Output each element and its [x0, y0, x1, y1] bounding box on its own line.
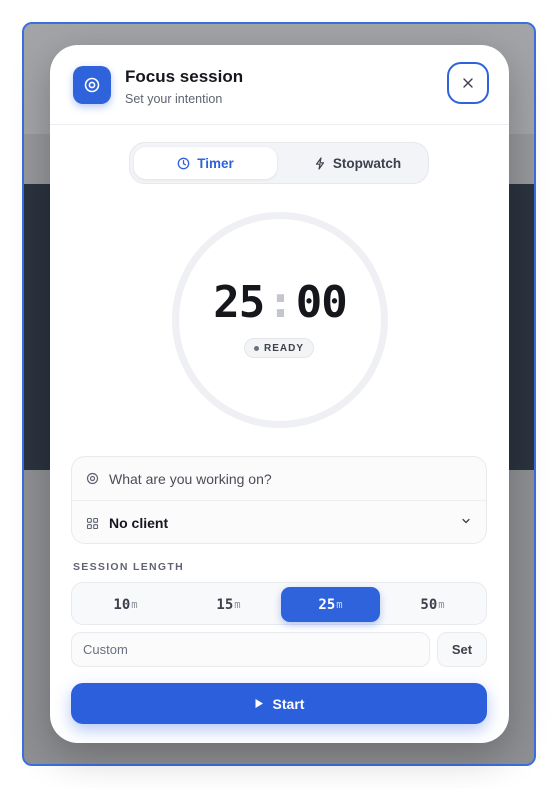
length-option-15[interactable]: 15 m — [179, 587, 278, 622]
modal-header: Focus session Set your intention — [50, 45, 509, 125]
client-select[interactable]: No client — [72, 501, 486, 545]
timer-separator: : — [267, 277, 293, 328]
chevron-down-icon — [462, 518, 470, 524]
length-unit: m — [131, 598, 138, 611]
session-length-label: SESSION LENGTH — [73, 561, 184, 573]
length-unit: m — [438, 598, 445, 611]
length-value: 15 — [216, 596, 234, 613]
timer-seconds: 00 — [295, 277, 348, 328]
session-length-selector: 10 m 15 m 25 m 50 m — [71, 582, 487, 625]
modal-title: Focus session — [125, 67, 244, 86]
clock-icon — [177, 157, 190, 169]
status-badge: READY — [244, 338, 314, 358]
task-row — [72, 457, 486, 501]
target-icon — [73, 66, 111, 104]
custom-length-input[interactable] — [71, 632, 430, 667]
task-input[interactable] — [109, 470, 449, 487]
session-details-card: No client — [71, 456, 487, 544]
tab-stopwatch-label: Stopwatch — [332, 155, 402, 171]
length-option-25[interactable]: 25 m — [281, 587, 380, 622]
length-value: 25 — [318, 596, 336, 613]
timer-minutes: 25 — [213, 277, 265, 328]
target-icon — [84, 471, 100, 487]
start-button[interactable]: Start — [71, 683, 487, 724]
mode-toggle: Timer Stopwatch — [129, 142, 429, 184]
status-dot — [253, 345, 259, 351]
set-custom-button[interactable]: Set — [437, 632, 487, 667]
modal-subtitle: Set your intention — [125, 92, 223, 106]
grid-icon — [84, 515, 100, 531]
start-label: Start — [272, 695, 305, 712]
tab-timer[interactable]: Timer — [134, 147, 277, 179]
close-icon — [463, 78, 473, 88]
focus-session-modal: Focus session Set your intention Timer S… — [50, 45, 509, 743]
length-value: 50 — [420, 596, 438, 613]
tab-stopwatch[interactable]: Stopwatch — [290, 147, 425, 179]
client-value: No client — [109, 515, 169, 531]
length-option-10[interactable]: 10 m — [76, 587, 175, 622]
lightning-icon — [315, 156, 324, 170]
timer-display: 25:00 — [172, 277, 388, 328]
length-unit: m — [234, 598, 241, 611]
status-label: READY — [263, 342, 304, 354]
tab-timer-label: Timer — [197, 155, 234, 171]
length-unit: m — [336, 598, 343, 611]
length-value: 10 — [113, 596, 131, 613]
play-icon — [255, 699, 263, 708]
length-option-50[interactable]: 50 m — [383, 587, 482, 622]
close-button[interactable] — [447, 62, 489, 104]
